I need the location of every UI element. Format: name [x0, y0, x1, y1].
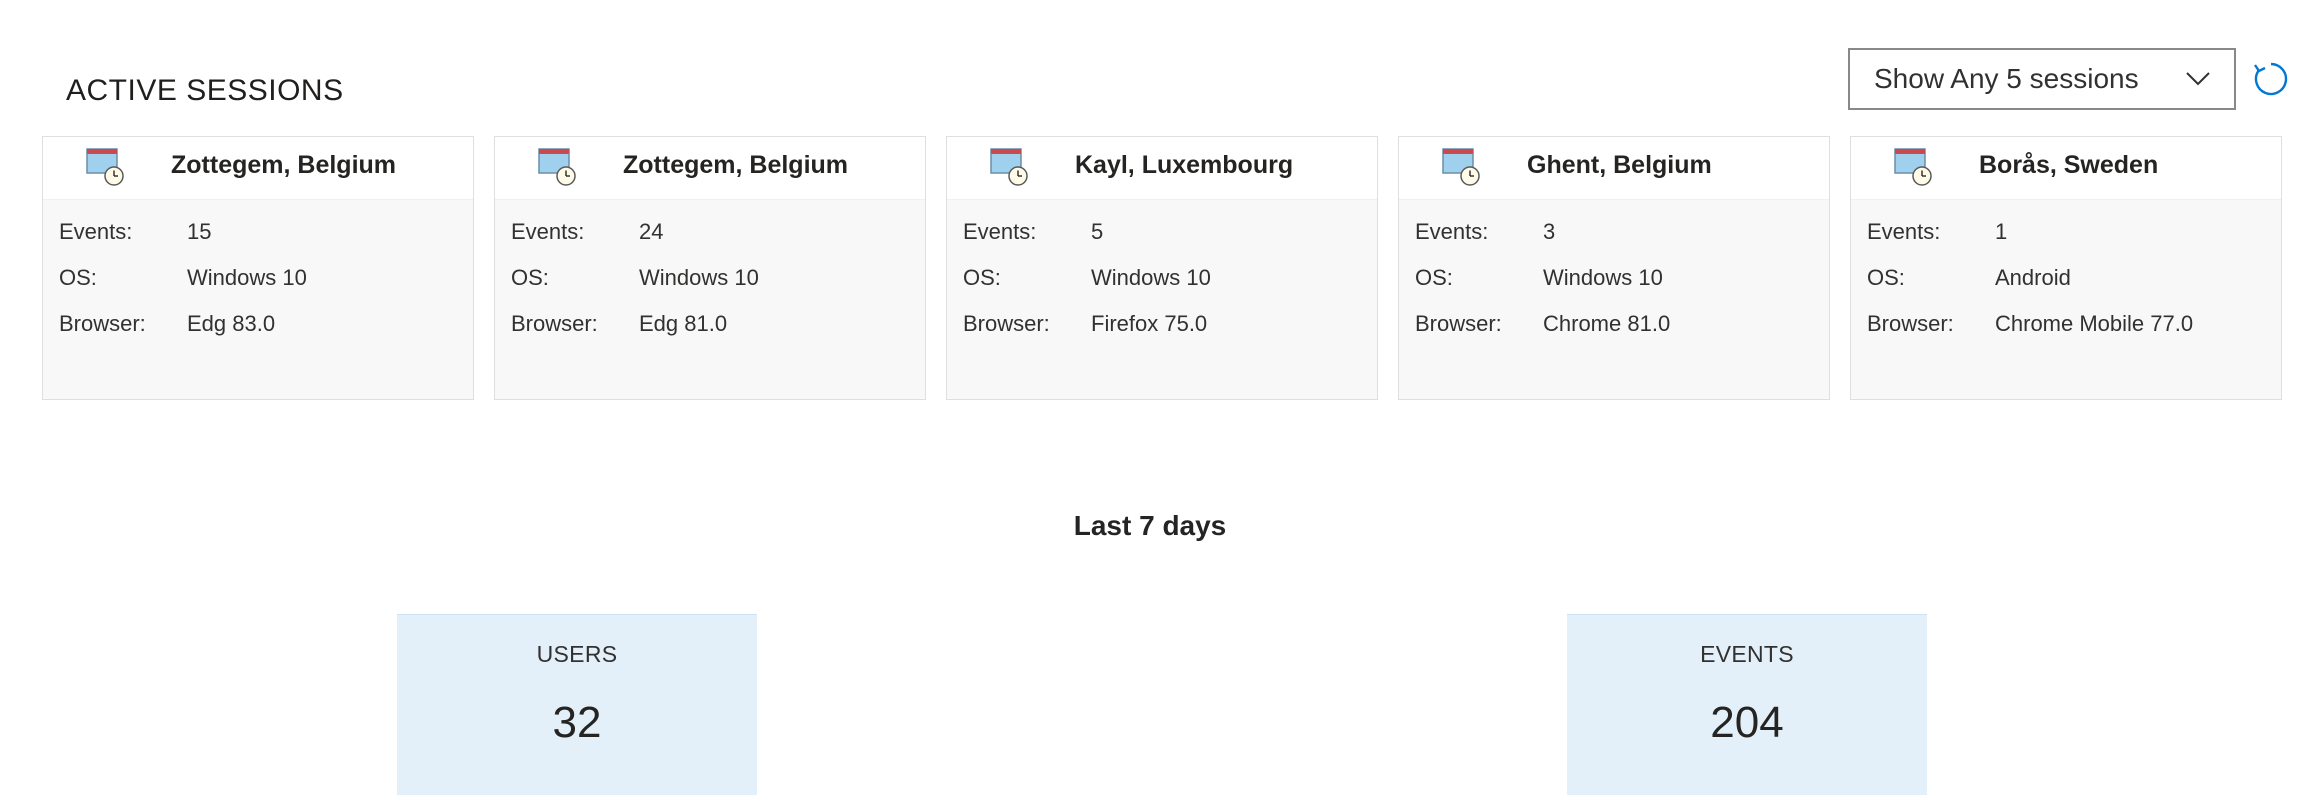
events-value: 15	[187, 219, 212, 244]
computer-clock-icon	[1442, 148, 1480, 186]
events-value: 5	[1091, 219, 1104, 244]
browser-value: Firefox 75.0	[1091, 311, 1208, 336]
session-card: Kayl, Luxembourg Events: 5 OS: Windows 1…	[946, 136, 1378, 400]
events-value: 24	[639, 219, 664, 244]
session-card: Borås, Sweden Events: 1 OS: Android Brow…	[1850, 136, 2282, 400]
os-label: OS:	[963, 265, 1001, 290]
browser-label: Browser:	[1867, 311, 1954, 336]
events-stat-value: 204	[1710, 698, 1784, 747]
session-count-dropdown[interactable]: Show Any 5 sessions	[1848, 48, 2236, 110]
dropdown-selected-value: Show Any 5 sessions	[1874, 63, 2139, 94]
os-value: Android	[1995, 265, 2071, 290]
os-label: OS:	[511, 265, 549, 290]
refresh-icon[interactable]	[2252, 60, 2290, 98]
browser-value: Chrome Mobile 77.0	[1995, 311, 2194, 336]
browser-label: Browser:	[59, 311, 146, 336]
session-card: Ghent, Belgium Events: 3 OS: Windows 10 …	[1398, 136, 1830, 400]
browser-label: Browser:	[963, 311, 1050, 336]
os-value: Windows 10	[187, 265, 307, 290]
os-label: OS:	[1867, 265, 1905, 290]
users-stat-label: USERS	[536, 641, 618, 667]
session-card-header: Zottegem, Belgium	[495, 137, 925, 200]
session-card-header: Borås, Sweden	[1851, 137, 2281, 200]
events-label: Events:	[511, 219, 585, 244]
users-stat-value: 32	[552, 698, 602, 747]
computer-clock-icon	[538, 148, 576, 186]
session-location: Kayl, Luxembourg	[1075, 151, 1294, 179]
session-location: Borås, Sweden	[1979, 151, 2159, 179]
os-value: Windows 10	[1091, 265, 1211, 290]
page-title: ACTIVE SESSIONS	[66, 74, 344, 107]
computer-clock-icon	[1894, 148, 1932, 186]
chevron-down-icon	[2186, 72, 2210, 86]
session-cards: Zottegem, Belgium Events: 15 OS: Windows…	[42, 136, 2282, 400]
browser-label: Browser:	[511, 311, 598, 336]
session-location: Ghent, Belgium	[1527, 151, 1712, 179]
session-card-header: Zottegem, Belgium	[43, 137, 473, 200]
session-card: Zottegem, Belgium Events: 24 OS: Windows…	[494, 136, 926, 400]
events-label: Events:	[963, 219, 1037, 244]
session-card: Zottegem, Belgium Events: 15 OS: Windows…	[42, 136, 474, 400]
session-card-header: Ghent, Belgium	[1399, 137, 1829, 200]
session-location: Zottegem, Belgium	[623, 151, 849, 179]
browser-value: Chrome 81.0	[1543, 311, 1671, 336]
os-label: OS:	[59, 265, 97, 290]
events-label: Events:	[59, 219, 133, 244]
users-stat-tile: USERS 32	[397, 614, 757, 795]
browser-label: Browser:	[1415, 311, 1502, 336]
computer-clock-icon	[86, 148, 124, 186]
events-value: 3	[1543, 219, 1556, 244]
events-stat-tile: EVENTS 204	[1567, 614, 1927, 795]
os-value: Windows 10	[1543, 265, 1663, 290]
events-label: Events:	[1415, 219, 1489, 244]
computer-clock-icon	[990, 148, 1028, 186]
period-heading: Last 7 days	[1073, 510, 1227, 541]
browser-value: Edg 81.0	[639, 311, 728, 336]
events-label: Events:	[1867, 219, 1941, 244]
session-card-header: Kayl, Luxembourg	[947, 137, 1377, 200]
events-stat-label: EVENTS	[1700, 641, 1794, 667]
os-value: Windows 10	[639, 265, 759, 290]
session-location: Zottegem, Belgium	[171, 151, 397, 179]
events-value: 1	[1995, 219, 2008, 244]
browser-value: Edg 83.0	[187, 311, 276, 336]
os-label: OS:	[1415, 265, 1453, 290]
